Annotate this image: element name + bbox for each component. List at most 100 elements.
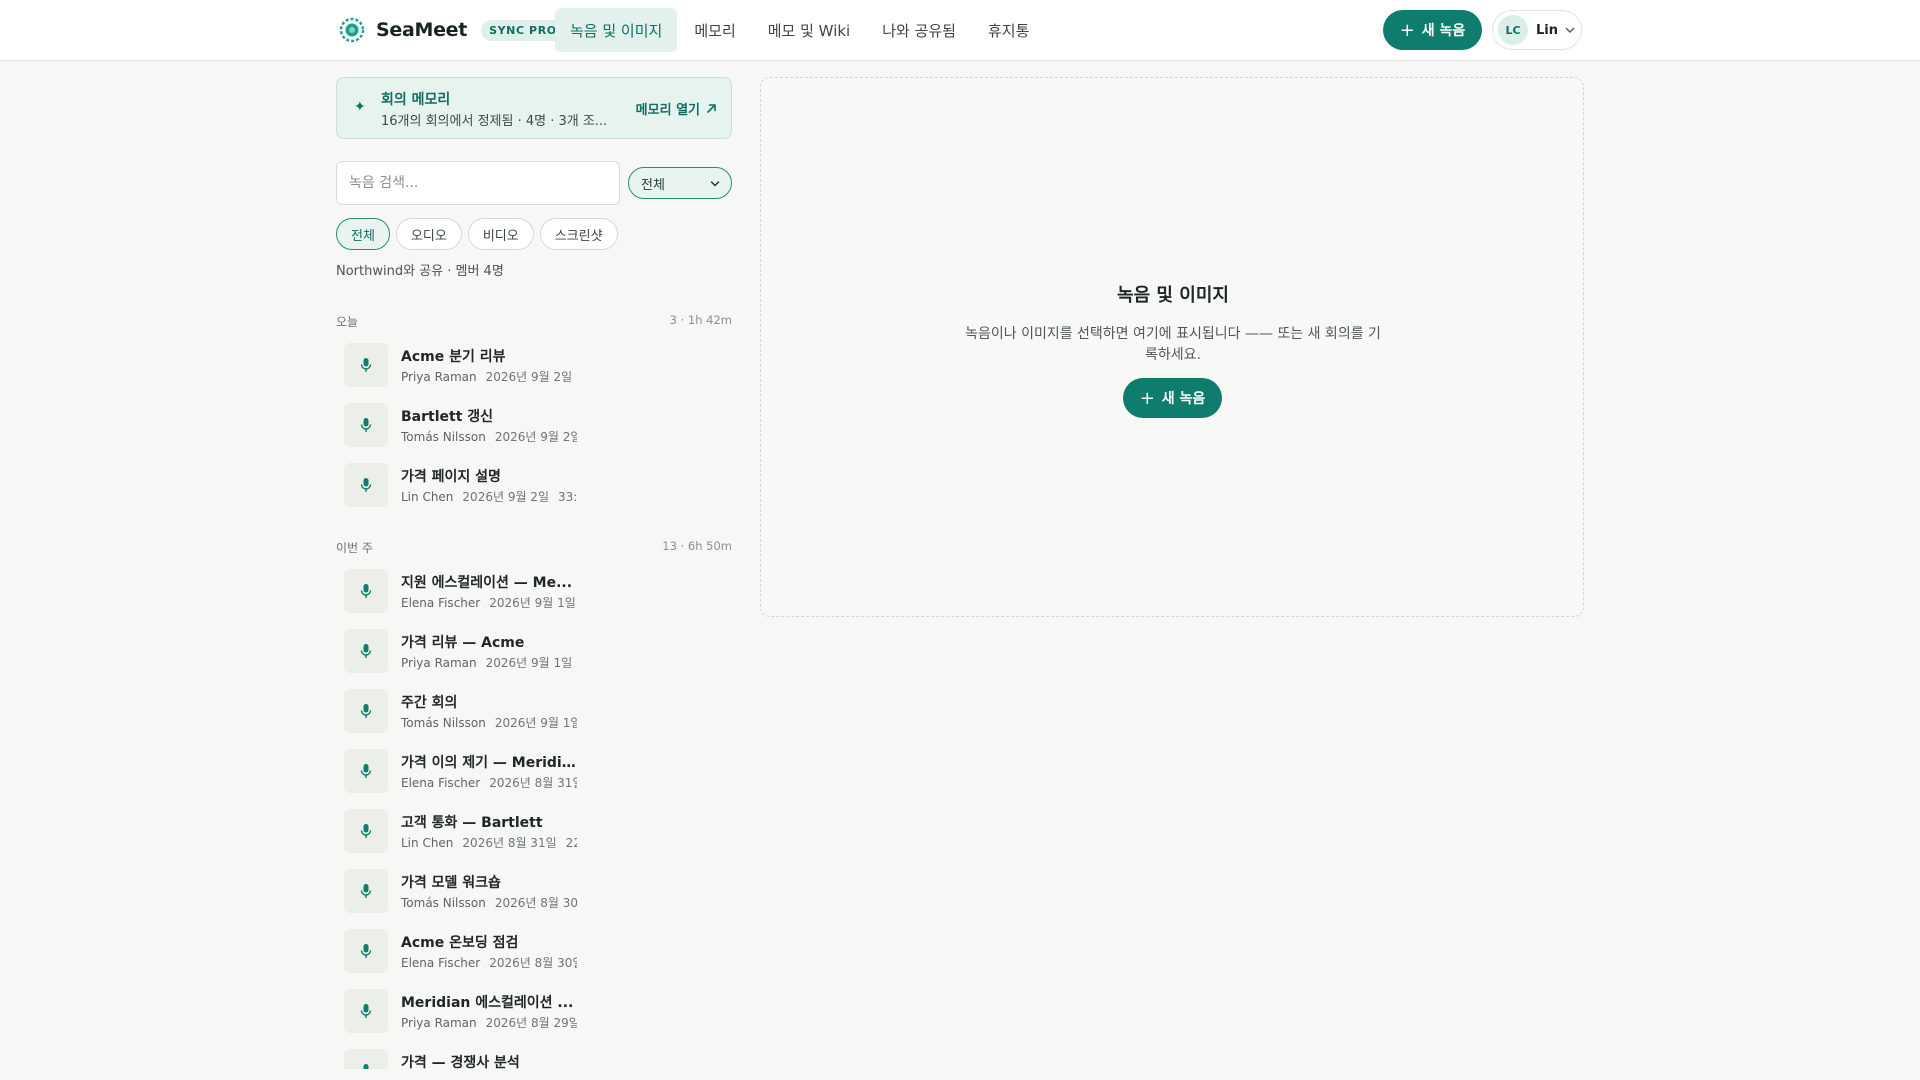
recording-title: Bartlett 갱신 (401, 409, 494, 425)
group-label: 오늘 (336, 315, 359, 329)
type-filter-select[interactable]: 전체 (628, 167, 732, 199)
recording-thumb (344, 569, 388, 613)
recording-thumb (344, 809, 388, 853)
list-item[interactable]: 주간 회의 Tomás Nilsson 2026년 9월 1일 (344, 685, 732, 737)
recording-title: 가격 모델 워크숍 (401, 875, 501, 891)
recording-title: 가격 페이지 설명 (401, 469, 501, 485)
recording-person: Priya Raman (401, 656, 477, 670)
recording-thumb (344, 1049, 388, 1069)
tab-shared-with-me[interactable]: 나와 공유됨 (867, 8, 971, 52)
recording-date: 2026년 8월 30일 (494, 896, 577, 910)
recording-duration: 22 (565, 836, 577, 850)
tab-trash[interactable]: 휴지통 (973, 8, 1044, 52)
recording-person: Lin Chen (401, 836, 454, 850)
brand-name: SeaMeet (376, 19, 468, 41)
recording-meta: Tomás Nilsson 2026년 9월 2일 (401, 428, 577, 445)
list-item[interactable]: Meridian 에스컬레이션 ... Priya Raman 2026년 8월 … (344, 985, 732, 1037)
recording-date: 2026년 9월 1일 (485, 656, 573, 670)
list-item[interactable]: 지원 에스컬레이션 — Me... Elena Fischer 2026년 9월 … (344, 565, 732, 617)
filter-selected-value: 전체 (641, 177, 665, 193)
user-name: Lin (1536, 22, 1558, 38)
media-type-chips: 전체 오디오 비디오 스크린샷 (336, 218, 624, 250)
recording-thumb (344, 629, 388, 673)
recording-meta: Elena Fischer 2026년 9월 1일 (401, 594, 577, 611)
open-memory-label: 메모리 열기 (635, 103, 700, 118)
empty-state-title: 녹음 및 이미지 (1117, 285, 1229, 306)
search-row: 전체 (336, 161, 732, 205)
search-input[interactable] (336, 161, 620, 205)
recording-thumb (344, 343, 388, 387)
recording-title: 가격 — 경쟁사 분석 (401, 1055, 520, 1069)
chip-screenshot[interactable]: 스크린샷 (539, 218, 618, 250)
recording-title: 가격 리뷰 — Acme (401, 635, 525, 651)
recording-person: Priya Raman (401, 370, 477, 384)
recording-person: Elena Fischer (401, 596, 481, 610)
list-item[interactable]: 가격 리뷰 — Acme Priya Raman 2026년 9월 1일 (344, 625, 732, 677)
recording-thumb (344, 989, 388, 1033)
recording-meta: Priya Raman 2026년 9월 1일 (401, 654, 577, 671)
recording-meta: Elena Fischer 2026년 8월 30일 (401, 954, 577, 971)
list-item[interactable]: Acme 분기 리뷰 Priya Raman 2026년 9월 2일 (344, 339, 732, 391)
list-item[interactable]: 고객 통화 — Bartlett Lin Chen 2026년 8월 31일 22 (344, 805, 732, 857)
microphone-icon (360, 584, 372, 598)
chip-all[interactable]: 전체 (336, 218, 390, 250)
new-recording-label: 새 녹음 (1421, 23, 1466, 39)
recording-title: 주간 회의 (401, 695, 458, 711)
microphone-icon (360, 418, 372, 432)
recording-meta: Lin Chen 2026년 8월 31일 22 (401, 834, 577, 851)
meeting-memory-card[interactable]: ✦ 회의 메모리 16개의 회의에서 정제됨 · 4명 · 3개 조... 메모… (336, 77, 732, 139)
plus-icon: + (1399, 19, 1415, 41)
recording-title: 지원 에스컬레이션 — Me... (401, 575, 573, 591)
list-item[interactable]: 가격 모델 워크숍 Tomás Nilsson 2026년 8월 30일 (344, 865, 732, 917)
recording-date: 2026년 9월 2일 (485, 370, 573, 384)
recording-title: 가격 이의 제기 — Meridian (401, 755, 581, 771)
open-memory-link[interactable]: 메모리 열기 (636, 99, 717, 118)
list-item[interactable]: Acme 온보딩 점검 Elena Fischer 2026년 8월 30일 (344, 925, 732, 977)
tab-memory[interactable]: 메모리 (679, 8, 750, 52)
list-item[interactable]: Bartlett 갱신 Tomás Nilsson 2026년 9월 2일 (344, 399, 732, 451)
list-item[interactable]: 가격 페이지 설명 Lin Chen 2026년 9월 2일 33:0 (344, 459, 732, 511)
group-count: 3 · 1h 42m (669, 313, 732, 327)
list-item[interactable]: 가격 이의 제기 — Meridian Elena Fischer 2026년 8… (344, 745, 732, 797)
plan-badge: SYNC PRO (481, 19, 565, 41)
recording-title: 고객 통화 — Bartlett (401, 815, 543, 831)
recording-date: 2026년 9월 1일 (489, 596, 576, 610)
brand[interactable]: SeaMeet SYNC PRO (338, 16, 565, 44)
empty-state-new-recording-button[interactable]: + 새 녹음 (1123, 378, 1222, 418)
recording-date: 2026년 8월 29일 (485, 1016, 577, 1030)
recording-date: 2026년 8월 30일 (489, 956, 577, 970)
recording-person: Tomás Nilsson (401, 896, 486, 910)
tab-recordings-images[interactable]: 녹음 및 이미지 (555, 8, 678, 52)
sparkle-icon: ✦ (354, 99, 366, 115)
recording-thumb (344, 403, 388, 447)
microphone-icon (360, 644, 372, 658)
recording-date: 2026년 9월 2일 (462, 490, 549, 504)
user-menu[interactable]: LC Lin (1492, 10, 1582, 50)
memory-card-subtitle: 16개의 회의에서 정제됨 · 4명 · 3개 조... (381, 114, 608, 129)
recording-date: 2026년 8월 31일 (462, 836, 557, 850)
recording-thumb (344, 929, 388, 973)
recording-title: Acme 온보딩 점검 (401, 935, 519, 951)
recording-person: Tomás Nilsson (401, 430, 486, 444)
chip-audio[interactable]: 오디오 (395, 218, 462, 250)
chip-video[interactable]: 비디오 (467, 218, 534, 250)
new-recording-label: 새 녹음 (1161, 391, 1206, 407)
recording-person: Lin Chen (401, 490, 454, 504)
microphone-icon (360, 944, 372, 958)
recording-detail-empty-state: 녹음 및 이미지 녹음이나 이미지를 선택하면 여기에 표시됩니다 —— 또는 … (760, 77, 1584, 617)
group-header-this-week: 이번 주 13 · 6h 50m (336, 539, 732, 556)
recording-meta: Tomás Nilsson 2026년 9월 1일 (401, 714, 577, 731)
tab-notes-wiki[interactable]: 메모 및 Wiki (753, 8, 865, 52)
recording-meta: Elena Fischer 2026년 8월 31일 (401, 774, 577, 791)
recording-thumb (344, 869, 388, 913)
empty-state-description: 녹음이나 이미지를 선택하면 여기에 표시됩니다 —— 또는 새 회의를 기록하… (965, 326, 1381, 363)
memory-card-title: 회의 메모리 (381, 92, 451, 108)
main-nav: 녹음 및 이미지 메모리 메모 및 Wiki 나와 공유됨 휴지통 (555, 8, 1046, 52)
recording-meta: Priya Raman 2026년 8월 29일 (401, 1014, 577, 1031)
microphone-icon (360, 478, 372, 492)
list-item[interactable]: 가격 — 경쟁사 분석 (344, 1045, 732, 1069)
new-recording-button[interactable]: + 새 녹음 (1383, 10, 1482, 50)
avatar: LC (1498, 15, 1528, 45)
recording-thumb (344, 463, 388, 507)
microphone-icon (360, 1004, 372, 1018)
